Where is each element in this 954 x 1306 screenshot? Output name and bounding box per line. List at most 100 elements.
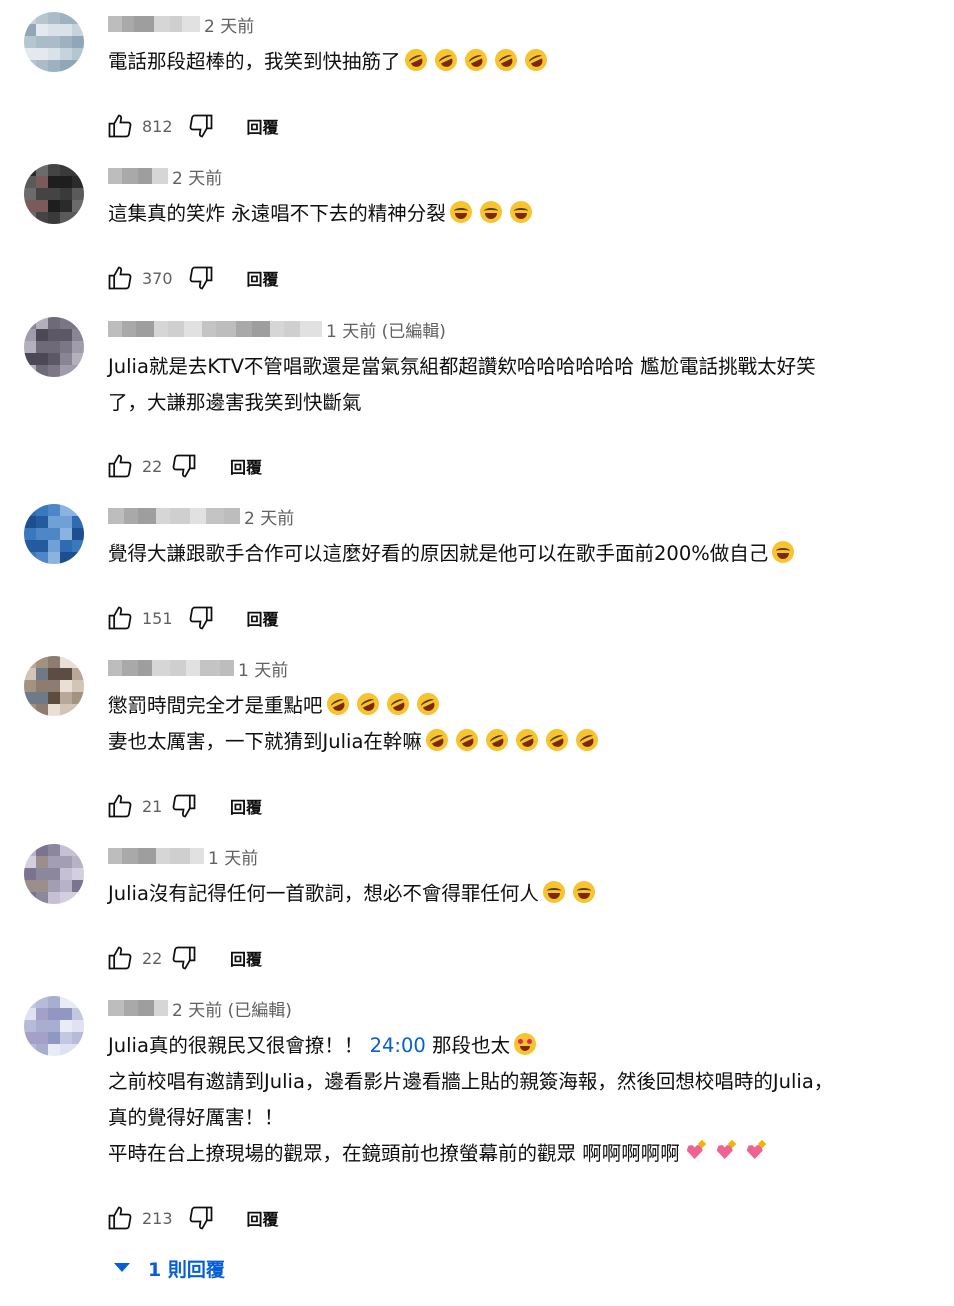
reply-button[interactable]: 回覆 [230,794,262,818]
reply-button[interactable]: 回覆 [247,266,279,290]
thumb-down-icon [189,1206,212,1230]
timestamp[interactable]: 2 天前 [204,12,254,37]
thumb-down-icon [172,454,196,478]
author-name[interactable] [108,321,322,337]
timestamp[interactable]: 2 天前 [172,164,222,189]
avatar[interactable] [24,844,84,904]
caret-down-icon [114,1263,130,1272]
like-button[interactable] [104,790,136,822]
reply-button[interactable]: 回覆 [247,606,279,630]
like-count: 22 [142,456,163,476]
comment-line: 懲罰時間完全才是重點吧 [108,694,323,717]
like-button[interactable] [104,110,136,142]
timestamp[interactable]: 2 天前 [244,504,294,529]
emoji-row [322,689,443,719]
thumb-up-icon [108,606,132,630]
comment-actions: 812 回覆 [104,110,279,142]
timestamp[interactable]: 1 天前 (已編輯) [326,317,446,342]
timestamp[interactable]: 1 天前 [208,844,258,869]
like-button[interactable] [104,602,136,634]
like-button[interactable] [104,262,136,294]
thumb-down-icon [189,266,212,290]
comment-line: 真的覺得好厲害！！ [108,1106,284,1129]
reply-button[interactable]: 回覆 [247,1206,279,1230]
comment-header: 1 天前 [108,656,288,681]
rolling-laughing-emoji [352,689,383,719]
reply-button[interactable]: 回覆 [247,114,279,138]
like-count: 370 [142,268,173,288]
avatar[interactable] [24,996,84,1056]
comment-line: 覺得大謙跟歌手合作可以這麼好看的原因就是他可以在歌手面前200%做自己 [108,542,769,565]
reply-button[interactable]: 回覆 [230,946,262,970]
thumb-down-icon [189,606,212,630]
author-name[interactable] [108,848,204,864]
comment-text: Julia就是去KTV不管唱歌還是當氣氛組都超讚欸哈哈哈哈哈哈 尷尬電話挑戰太好… [108,349,928,421]
author-name[interactable] [108,508,240,524]
rolling-laughing-emoji [490,45,521,75]
like-count: 812 [142,116,173,136]
rolling-laughing-emoji [542,725,572,755]
like-button[interactable] [104,942,136,974]
sparkling-heart-emoji [714,1141,736,1163]
show-replies-button[interactable]: 1 則回覆 [112,1252,225,1284]
reply-button[interactable]: 回覆 [230,454,262,478]
rolling-laughing-emoji [482,725,512,755]
timestamp[interactable]: 1 天前 [238,656,288,681]
comment-line: 那段也太 [432,1034,511,1057]
emoji-row [768,541,798,565]
thumb-down-icon [172,794,196,818]
like-button[interactable] [104,1202,136,1234]
thumb-up-icon [108,946,132,970]
avatar[interactable] [24,12,84,72]
timestamp[interactable]: 2 天前 (已編輯) [172,996,292,1021]
tears-of-joy-emoji [509,201,532,223]
tears-of-joy-emoji [772,541,795,563]
author-name[interactable] [108,16,200,32]
author-name[interactable] [108,1000,168,1016]
like-count: 21 [142,796,163,816]
thumb-up-icon [108,266,132,290]
dislike-button[interactable] [185,1202,217,1234]
comment-header: 1 天前 (已編輯) [108,317,446,342]
avatar[interactable] [24,656,84,716]
author-name[interactable] [108,168,168,184]
dislike-button[interactable] [168,450,200,482]
comment-actions: 21 回覆 [104,790,262,822]
rolling-laughing-emoji [520,45,551,75]
dislike-button[interactable] [185,262,217,294]
thumb-up-icon [108,794,132,818]
comment-line: 妻也太厲害，一下就猜到Julia在幹嘛 [108,730,422,753]
rolling-laughing-emoji [422,725,452,755]
dislike-button[interactable] [168,942,200,974]
sparkling-heart-emoji [744,1141,766,1163]
video-timestamp-link[interactable]: 24:00 [370,1034,426,1057]
emoji-row [446,201,536,225]
sparkling-heart-emoji [684,1141,706,1163]
comment-actions: 151 回覆 [104,602,279,634]
dislike-button[interactable] [168,790,200,822]
comment-header: 2 天前 [108,164,222,189]
rolling-laughing-emoji [430,45,461,75]
emoji-row [400,45,551,75]
comment-line: 平時在台上撩現場的觀眾，在鏡頭前也撩螢幕前的觀眾 啊啊啊啊啊 [108,1142,680,1165]
comment-actions: 213 回覆 [104,1202,279,1234]
tears-of-joy-emoji [449,201,472,223]
comment-line: 電話那段超棒的，我笑到快抽筋了 [108,50,401,73]
avatar[interactable] [24,164,84,224]
rolling-laughing-emoji [322,689,353,719]
heart-eyes-emoji [514,1033,537,1055]
avatar[interactable] [24,317,84,377]
like-button[interactable] [104,450,136,482]
comment-text: 覺得大謙跟歌手合作可以這麼好看的原因就是他可以在歌手面前200%做自己 [108,536,928,572]
author-name[interactable] [108,660,234,676]
comment-line: 之前校唱有邀請到Julia，邊看影片邊看牆上貼的親簽海報，然後回想校唱時的Jul… [108,1070,834,1093]
comment-header: 2 天前 [108,504,294,529]
dislike-button[interactable] [185,602,217,634]
comment-actions: 22 回覆 [104,942,262,974]
thumb-up-icon [108,1206,132,1230]
dislike-button[interactable] [185,110,217,142]
comment-text: 電話那段超棒的，我笑到快抽筋了 [108,44,928,80]
avatar[interactable] [24,504,84,564]
rolling-laughing-emoji [400,45,431,75]
rolling-laughing-emoji [452,725,482,755]
